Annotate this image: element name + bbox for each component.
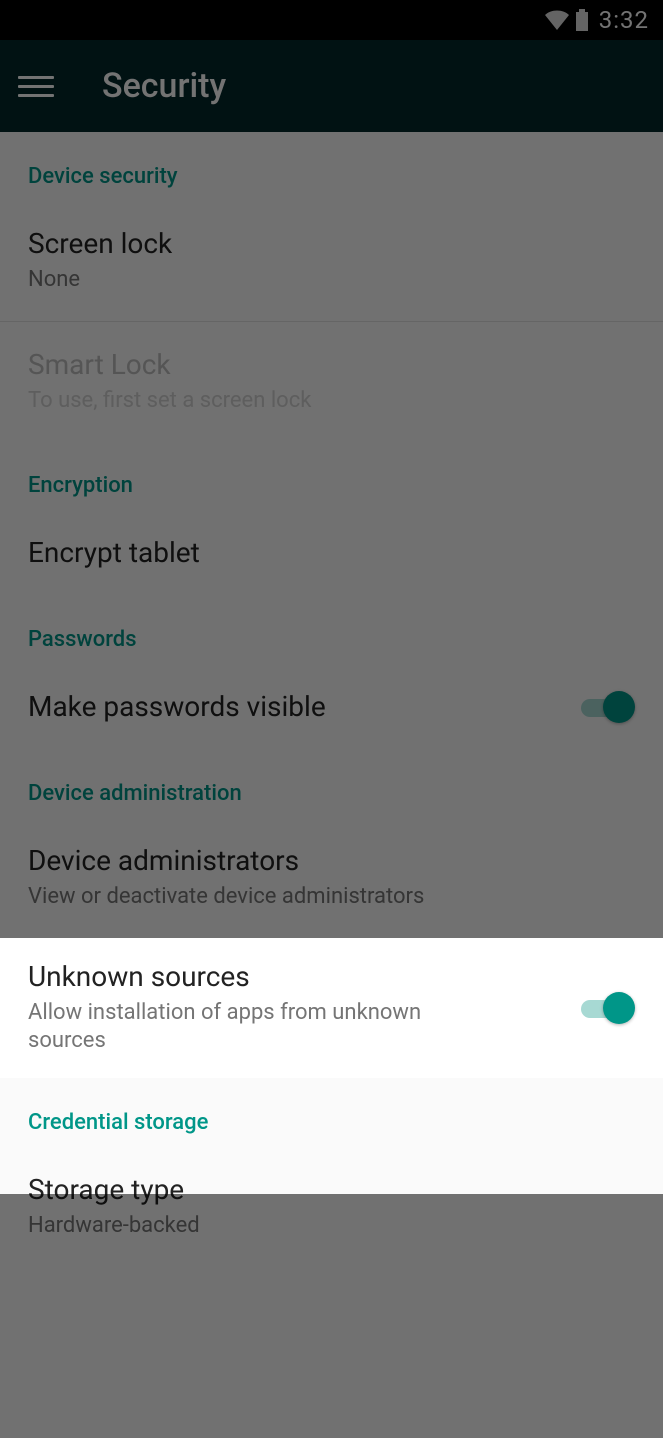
battery-icon xyxy=(575,9,589,31)
item-title: Screen lock xyxy=(28,227,635,260)
app-bar: Security xyxy=(0,40,663,132)
status-clock: 3:32 xyxy=(599,6,649,34)
item-encrypt-tablet[interactable]: Encrypt tablet xyxy=(0,510,663,595)
status-bar: 3:32 xyxy=(0,0,663,40)
item-title: Make passwords visible xyxy=(28,690,563,723)
toggle-passwords-visible[interactable] xyxy=(581,691,635,723)
item-smart-lock: Smart Lock To use, first set a screen lo… xyxy=(0,322,663,442)
screen: 3:32 Security Device security Screen loc… xyxy=(0,0,663,1438)
settings-list: Device security Screen lock None Smart L… xyxy=(0,132,663,1267)
item-subtitle: Hardware-backed xyxy=(28,1212,635,1241)
item-unknown-sources[interactable]: Unknown sources Allow installation of ap… xyxy=(0,938,663,1078)
section-passwords: Passwords xyxy=(0,595,663,664)
item-subtitle: To use, first set a screen lock xyxy=(28,387,635,416)
section-device-security: Device security xyxy=(0,132,663,201)
section-credential-storage: Credential storage xyxy=(0,1078,663,1147)
section-device-admin: Device administration xyxy=(0,749,663,818)
item-title: Encrypt tablet xyxy=(28,536,635,569)
item-device-administrators[interactable]: Device administrators View or deactivate… xyxy=(0,818,663,938)
wifi-icon xyxy=(545,10,569,30)
item-storage-type[interactable]: Storage type Hardware-backed xyxy=(0,1147,663,1267)
section-encryption: Encryption xyxy=(0,441,663,510)
item-subtitle: Allow installation of apps from unknown … xyxy=(28,999,468,1056)
item-subtitle: None xyxy=(28,266,635,295)
item-screen-lock[interactable]: Screen lock None xyxy=(0,201,663,321)
item-subtitle: View or deactivate device administrators xyxy=(28,883,635,912)
item-title: Unknown sources xyxy=(28,960,563,993)
toggle-unknown-sources[interactable] xyxy=(581,992,635,1024)
item-title: Device administrators xyxy=(28,844,635,877)
switch-thumb xyxy=(603,691,635,723)
switch-thumb xyxy=(603,992,635,1024)
page-title: Security xyxy=(102,66,226,106)
item-title: Storage type xyxy=(28,1173,635,1206)
menu-icon[interactable] xyxy=(18,76,54,97)
item-passwords-visible[interactable]: Make passwords visible xyxy=(0,664,663,749)
item-title: Smart Lock xyxy=(28,348,635,381)
